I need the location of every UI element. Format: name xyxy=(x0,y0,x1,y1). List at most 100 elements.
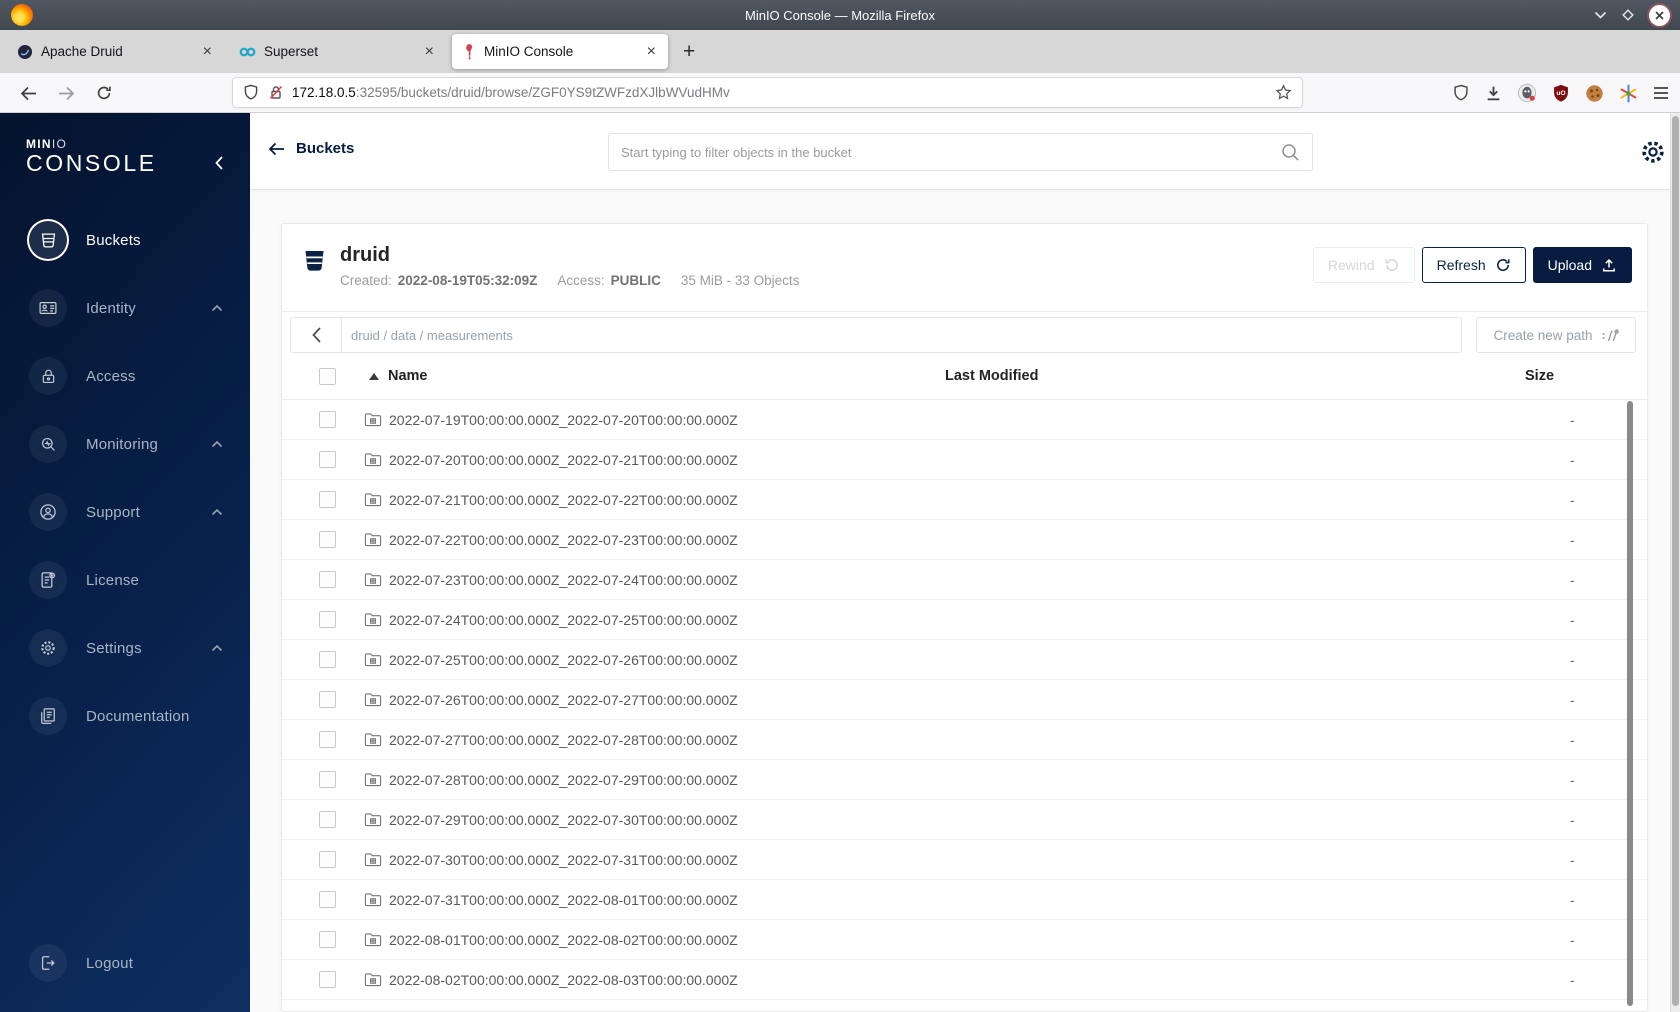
object-name: 2022-07-30T00:00:00.000Z_2022-07-31T00:0… xyxy=(389,851,738,868)
extension-mask-icon[interactable] xyxy=(1517,83,1537,103)
create-new-path-button[interactable]: Create new path xyxy=(1476,317,1636,353)
table-row[interactable]: 2022-07-29T00:00:00.000Z_2022-07-30T00:0… xyxy=(282,800,1647,840)
rewind-button[interactable]: Rewind xyxy=(1312,247,1415,283)
reload-button[interactable] xyxy=(96,85,112,101)
upload-button[interactable]: Upload xyxy=(1532,247,1632,283)
table-row[interactable]: 2022-07-31T00:00:00.000Z_2022-08-01T00:0… xyxy=(282,880,1647,920)
multi-account-snowflake-icon[interactable] xyxy=(1619,84,1638,103)
window-maximize-button[interactable] xyxy=(1621,8,1635,22)
row-checkbox[interactable] xyxy=(319,731,336,748)
tab-close-icon[interactable]: × xyxy=(200,43,215,60)
tab-close-icon[interactable]: × xyxy=(422,43,437,60)
row-checkbox[interactable] xyxy=(319,531,336,548)
create-path-icon xyxy=(1602,328,1619,341)
hamburger-menu-icon[interactable] xyxy=(1653,86,1669,100)
sidebar-item-documentation[interactable]: Documentation xyxy=(0,682,250,750)
row-checkbox[interactable] xyxy=(319,771,336,788)
table-row[interactable]: 2022-07-21T00:00:00.000Z_2022-07-22T00:0… xyxy=(282,480,1647,520)
row-checkbox[interactable] xyxy=(319,971,336,988)
tab-close-icon[interactable]: × xyxy=(644,43,659,60)
table-row[interactable]: 2022-07-19T00:00:00.000Z_2022-07-20T00:0… xyxy=(282,400,1647,440)
console-settings-gear-icon[interactable] xyxy=(1639,138,1667,166)
object-name: 2022-07-31T00:00:00.000Z_2022-08-01T00:0… xyxy=(389,891,738,908)
search-input[interactable] xyxy=(621,144,1281,160)
window-minimize-button[interactable] xyxy=(1594,11,1607,20)
downloads-icon[interactable] xyxy=(1485,85,1502,102)
bucket-usage: 35 MiB - 33 Objects xyxy=(680,273,800,288)
table-row[interactable]: 2022-07-20T00:00:00.000Z_2022-07-21T00:0… xyxy=(282,440,1647,480)
sidebar-item-access[interactable]: Access xyxy=(0,342,250,410)
window-close-button[interactable] xyxy=(1649,4,1670,26)
table-row[interactable]: 2022-07-23T00:00:00.000Z_2022-07-24T00:0… xyxy=(282,560,1647,600)
table-row[interactable]: 2022-07-22T00:00:00.000Z_2022-07-23T00:0… xyxy=(282,520,1647,560)
filter-objects-search[interactable] xyxy=(608,133,1313,171)
table-scrollbar-thumb[interactable] xyxy=(1627,401,1633,1006)
row-checkbox[interactable] xyxy=(319,811,336,828)
access-value[interactable]: PUBLIC xyxy=(611,273,661,288)
bookmark-star-icon[interactable] xyxy=(1275,84,1292,101)
row-checkbox[interactable] xyxy=(319,491,336,508)
breadcrumb[interactable]: druid / data / measurements xyxy=(342,328,513,343)
row-checkbox[interactable] xyxy=(319,411,336,428)
tracking-shield-icon[interactable] xyxy=(243,84,259,101)
ublock-icon[interactable]: uO xyxy=(1552,84,1570,103)
table-row[interactable]: 2022-07-24T00:00:00.000Z_2022-07-25T00:0… xyxy=(282,600,1647,640)
table-row[interactable]: 2022-07-27T00:00:00.000Z_2022-07-28T00:0… xyxy=(282,720,1647,760)
table-row[interactable]: 2022-07-25T00:00:00.000Z_2022-07-26T00:0… xyxy=(282,640,1647,680)
sidebar-item-monitoring[interactable]: Monitoring xyxy=(0,410,250,478)
sidebar-item-label: Identity xyxy=(86,299,136,317)
bucket-meta: Created: 2022-08-19T05:32:09Z Access: PU… xyxy=(340,273,799,288)
tab-minio-console[interactable]: MinIO Console × xyxy=(452,34,668,69)
object-name: 2022-07-23T00:00:00.000Z_2022-07-24T00:0… xyxy=(389,571,738,588)
tab-label: Superset xyxy=(264,44,319,59)
tab-apache-druid[interactable]: Apache Druid × xyxy=(8,34,224,69)
protections-shield-icon[interactable] xyxy=(1452,84,1470,102)
column-header-name[interactable]: Name xyxy=(347,368,945,384)
sidebar-item-buckets[interactable]: Buckets xyxy=(0,206,250,274)
path-back-button[interactable] xyxy=(291,318,342,352)
page-scrollbar[interactable] xyxy=(1670,113,1680,1012)
sidebar-item-identity[interactable]: Identity xyxy=(0,274,250,342)
page-header: Buckets xyxy=(250,113,1680,190)
cookie-icon[interactable] xyxy=(1585,84,1604,103)
select-all-checkbox[interactable] xyxy=(319,367,336,385)
url-bar[interactable]: 172.18.0.5:32595/buckets/druid/browse/ZG… xyxy=(232,77,1303,108)
monitoring-magnifier-icon xyxy=(29,425,67,463)
object-name: 2022-07-28T00:00:00.000Z_2022-07-29T00:0… xyxy=(389,771,738,788)
refresh-button[interactable]: Refresh xyxy=(1421,247,1526,283)
create-path-label: Create new path xyxy=(1493,327,1593,343)
firefox-window: MinIO Console — Mozilla Firefox Apache D… xyxy=(0,0,1680,1012)
sidebar-item-label: Access xyxy=(86,367,136,385)
row-checkbox[interactable] xyxy=(319,851,336,868)
folder-icon xyxy=(364,852,382,866)
row-checkbox[interactable] xyxy=(319,691,336,708)
chevron-up-icon xyxy=(211,304,223,312)
row-checkbox[interactable] xyxy=(319,611,336,628)
table-row[interactable]: 2022-08-02T00:00:00.000Z_2022-08-03T00:0… xyxy=(282,960,1647,1000)
row-checkbox[interactable] xyxy=(319,651,336,668)
row-checkbox[interactable] xyxy=(319,571,336,588)
sidebar-item-support[interactable]: Support xyxy=(0,478,250,546)
row-checkbox[interactable] xyxy=(319,891,336,908)
table-row[interactable]: 2022-07-26T00:00:00.000Z_2022-07-27T00:0… xyxy=(282,680,1647,720)
row-checkbox[interactable] xyxy=(319,451,336,468)
sidebar-collapse-button[interactable] xyxy=(214,155,224,171)
new-tab-button[interactable]: + xyxy=(683,41,695,62)
tab-label: MinIO Console xyxy=(484,44,574,59)
sidebar-item-settings[interactable]: Settings xyxy=(0,614,250,682)
sidebar-item-logout[interactable]: Logout xyxy=(0,929,250,997)
row-checkbox[interactable] xyxy=(319,931,336,948)
forward-button[interactable] xyxy=(58,86,75,101)
table-row[interactable]: 2022-07-28T00:00:00.000Z_2022-07-29T00:0… xyxy=(282,760,1647,800)
insecure-lock-icon[interactable] xyxy=(268,84,284,101)
back-button[interactable] xyxy=(20,86,37,101)
back-to-buckets-link[interactable]: Buckets xyxy=(268,140,354,157)
folder-icon xyxy=(364,932,382,946)
table-row[interactable]: 2022-08-01T00:00:00.000Z_2022-08-02T00:0… xyxy=(282,920,1647,960)
window-titlebar: MinIO Console — Mozilla Firefox xyxy=(0,0,1680,30)
table-row[interactable]: 2022-07-30T00:00:00.000Z_2022-07-31T00:0… xyxy=(282,840,1647,880)
page-scrollbar-thumb[interactable] xyxy=(1672,116,1679,1006)
lock-icon xyxy=(29,357,67,395)
sidebar-item-license[interactable]: License xyxy=(0,546,250,614)
tab-superset[interactable]: Superset × xyxy=(230,34,446,69)
